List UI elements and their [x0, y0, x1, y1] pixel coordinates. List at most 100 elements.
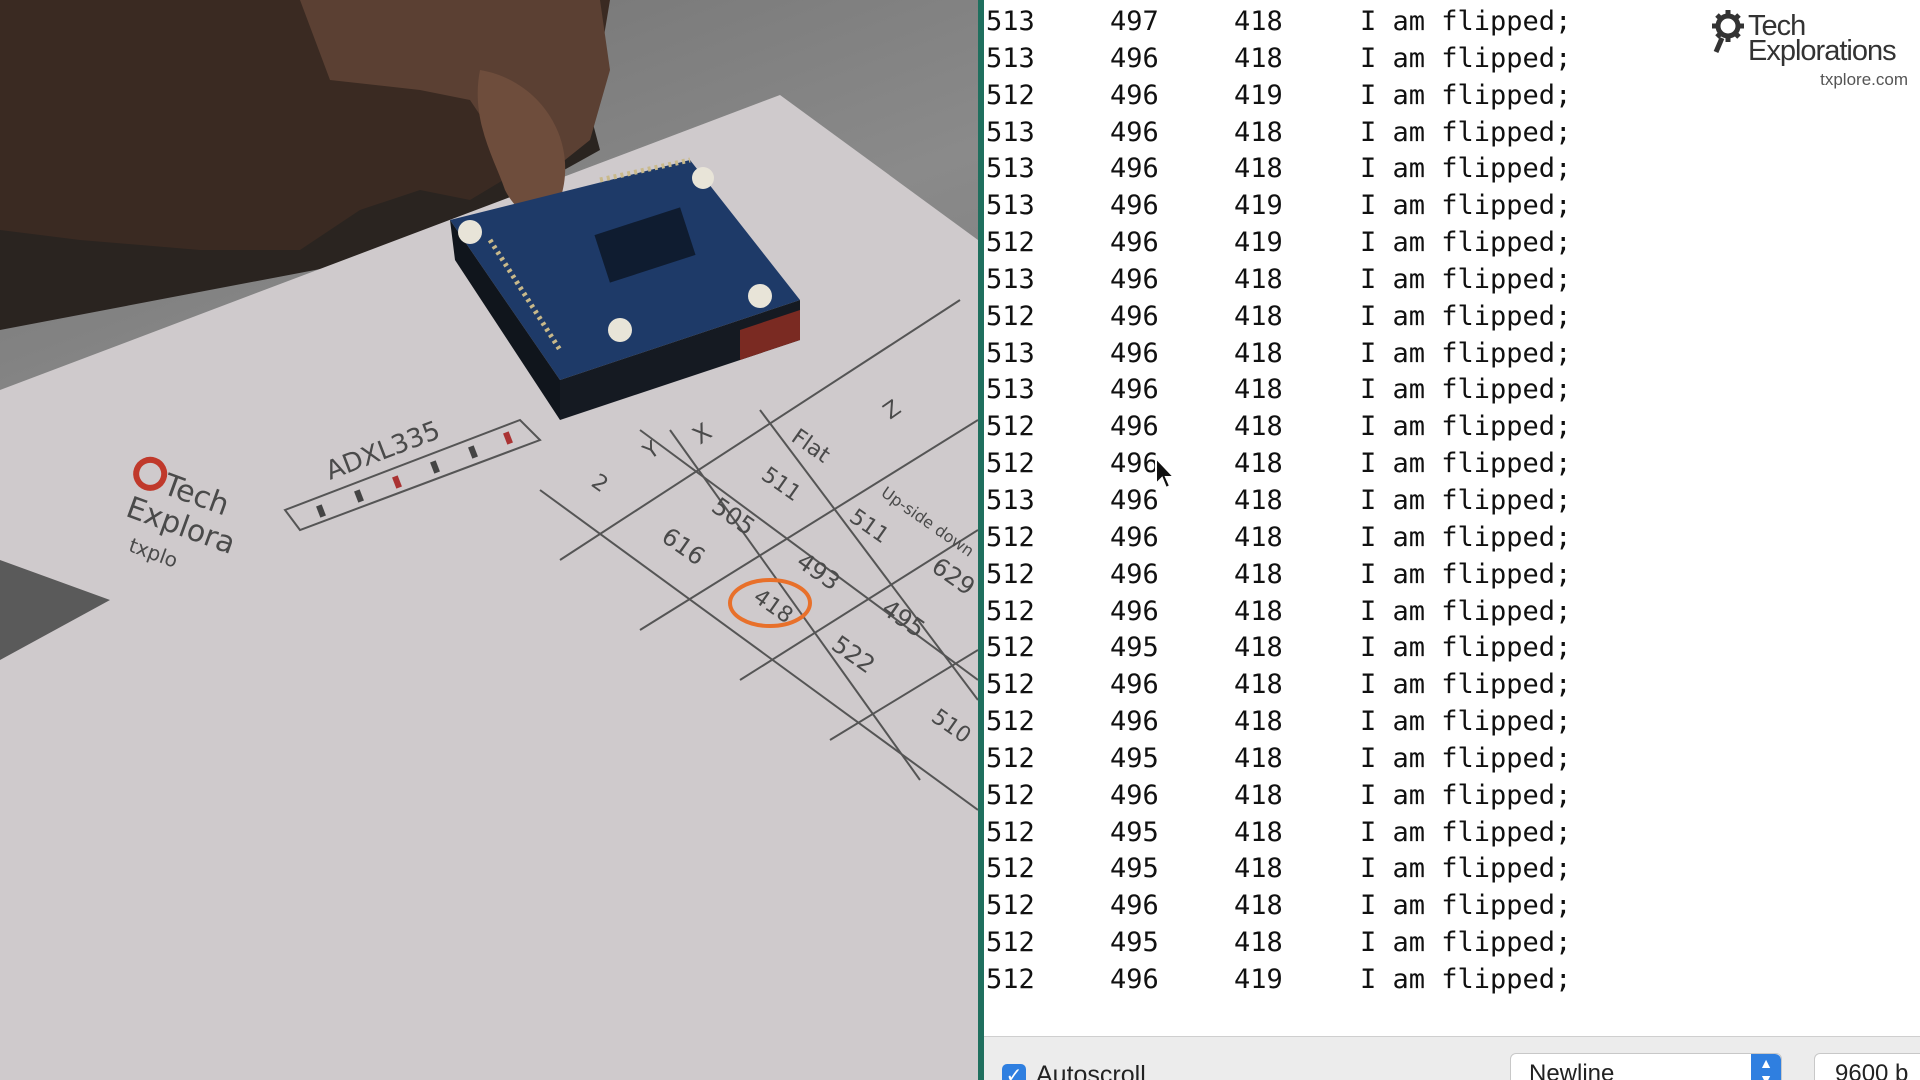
y-reading: 496 [1110, 374, 1159, 406]
monitor-bottom-bar: ✓ Autoscroll Newline ▲ ▼ 9600 b [984, 1036, 1920, 1080]
z-reading: 418 [1234, 742, 1283, 774]
status-message: I am flipped; [1360, 595, 1572, 627]
x-reading: 512 [986, 963, 1035, 995]
z-reading: 418 [1234, 6, 1283, 37]
serial-line: 512 495 418 I am flipped; [986, 925, 1626, 962]
y-reading: 496 [1110, 558, 1159, 590]
status-message: I am flipped; [1360, 816, 1572, 848]
status-message: I am flipped; [1360, 448, 1572, 480]
serial-line: 513 496 418 I am flipped; [986, 115, 1626, 152]
x-reading: 512 [986, 816, 1035, 848]
z-reading: 419 [1234, 963, 1283, 995]
autoscroll-label: Autoscroll [1036, 1061, 1146, 1080]
serial-line: 512 496 418 I am flipped; [986, 299, 1626, 336]
photo-scene: ADXL335 Tech Explora txplo X Y Z Flat Up… [0, 0, 978, 1080]
z-reading: 418 [1234, 890, 1283, 922]
z-reading: 418 [1234, 42, 1283, 74]
dropdown-arrows-icon[interactable]: ▲ ▼ [1751, 1054, 1781, 1080]
z-reading: 418 [1234, 669, 1283, 701]
baud-rate-value: 9600 b [1835, 1060, 1909, 1080]
y-reading: 496 [1110, 79, 1159, 111]
y-reading: 495 [1110, 927, 1159, 959]
status-message: I am flipped; [1360, 153, 1572, 185]
y-reading: 496 [1110, 116, 1159, 148]
x-reading: 512 [986, 411, 1035, 443]
y-reading: 496 [1110, 190, 1159, 222]
autoscroll-toggle[interactable]: ✓ Autoscroll [1002, 1061, 1146, 1080]
serial-line: 512 496 418 I am flipped; [986, 888, 1626, 925]
serial-line: 512 495 418 I am flipped; [986, 741, 1626, 778]
z-reading: 418 [1234, 300, 1283, 332]
z-reading: 418 [1234, 558, 1283, 590]
y-reading: 495 [1110, 742, 1159, 774]
line-ending-select[interactable]: Newline ▲ ▼ [1510, 1053, 1782, 1080]
baud-rate-select[interactable]: 9600 b [1814, 1053, 1920, 1080]
status-message: I am flipped; [1360, 853, 1572, 885]
status-message: I am flipped; [1360, 706, 1572, 738]
serial-line: 513 496 418 I am flipped; [986, 372, 1626, 409]
z-reading: 418 [1234, 448, 1283, 480]
y-reading: 496 [1110, 411, 1159, 443]
gear-icon [1712, 10, 1744, 53]
serial-line: 513 496 419 I am flipped; [986, 188, 1626, 225]
status-message: I am flipped; [1360, 79, 1572, 111]
y-reading: 496 [1110, 153, 1159, 185]
serial-line: 513 496 418 I am flipped; [986, 336, 1626, 373]
serial-line: 512 496 418 I am flipped; [986, 704, 1626, 741]
brand-line2: Explorations [1748, 35, 1897, 67]
camera-photo: ADXL335 Tech Explora txplo X Y Z Flat Up… [0, 0, 978, 1080]
x-reading: 512 [986, 742, 1035, 774]
y-reading: 495 [1110, 816, 1159, 848]
y-reading: 495 [1110, 632, 1159, 664]
z-reading: 418 [1234, 816, 1283, 848]
z-reading: 418 [1234, 263, 1283, 295]
z-reading: 418 [1234, 153, 1283, 185]
serial-line: 512 496 418 I am flipped; [986, 778, 1626, 815]
serial-output: 513 497 418 I am flipped; 513 496 418 I am flip… [986, 4, 1626, 999]
z-reading: 419 [1234, 79, 1283, 111]
status-message: I am flipped; [1360, 890, 1572, 922]
y-reading: 496 [1110, 963, 1159, 995]
status-message: I am flipped; [1360, 632, 1572, 664]
status-message: I am flipped; [1360, 190, 1572, 222]
x-reading: 513 [986, 116, 1035, 148]
x-reading: 512 [986, 927, 1035, 959]
x-reading: 512 [986, 300, 1035, 332]
x-reading: 513 [986, 263, 1035, 295]
x-reading: 513 [986, 190, 1035, 222]
y-reading: 495 [1110, 853, 1159, 885]
y-reading: 496 [1110, 669, 1159, 701]
status-message: I am flipped; [1360, 300, 1572, 332]
serial-line: 512 496 418 I am flipped; [986, 667, 1626, 704]
status-message: I am flipped; [1360, 337, 1572, 369]
y-reading: 496 [1110, 300, 1159, 332]
z-reading: 418 [1234, 374, 1283, 406]
z-reading: 418 [1234, 411, 1283, 443]
z-reading: 418 [1234, 632, 1283, 664]
serial-monitor[interactable]: 513 497 418 I am flipped; 513 496 418 I am flip… [984, 0, 1920, 1080]
y-reading: 496 [1110, 227, 1159, 259]
status-message: I am flipped; [1360, 927, 1572, 959]
status-message: I am flipped; [1360, 521, 1572, 553]
z-reading: 418 [1234, 595, 1283, 627]
x-reading: 513 [986, 484, 1035, 516]
checkbox-checked-icon[interactable]: ✓ [1002, 1063, 1026, 1080]
serial-line: 512 496 418 I am flipped; [986, 520, 1626, 557]
status-message: I am flipped; [1360, 779, 1572, 811]
z-reading: 418 [1234, 484, 1283, 516]
z-reading: 418 [1234, 779, 1283, 811]
status-message: I am flipped; [1360, 558, 1572, 590]
x-reading: 512 [986, 558, 1035, 590]
serial-line: 513 497 418 I am flipped; [986, 4, 1626, 41]
brand-site: txplore.com [1820, 70, 1908, 89]
status-message: I am flipped; [1360, 227, 1572, 259]
x-reading: 512 [986, 853, 1035, 885]
x-reading: 512 [986, 448, 1035, 480]
y-reading: 496 [1110, 337, 1159, 369]
y-reading: 496 [1110, 521, 1159, 553]
serial-line: 512 495 418 I am flipped; [986, 630, 1626, 667]
z-reading: 418 [1234, 706, 1283, 738]
serial-line: 513 496 418 I am flipped; [986, 262, 1626, 299]
serial-line: 512 495 418 I am flipped; [986, 851, 1626, 888]
x-reading: 512 [986, 706, 1035, 738]
